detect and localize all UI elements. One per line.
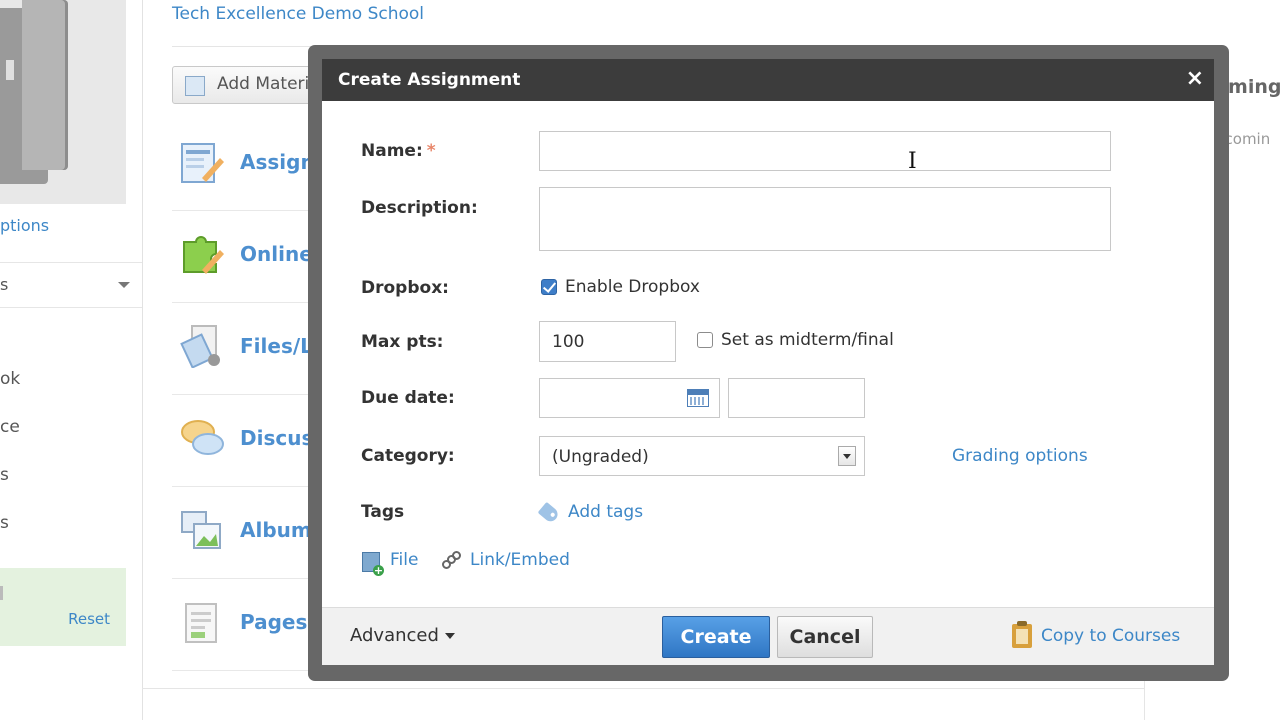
discussion-icon bbox=[181, 420, 224, 455]
caret-down-icon bbox=[444, 633, 455, 639]
add-materials-label: Add Materi bbox=[217, 74, 310, 94]
due-time-input[interactable] bbox=[728, 378, 865, 418]
puzzle-icon bbox=[183, 236, 224, 274]
material-online-tests[interactable]: Online T bbox=[172, 210, 333, 303]
material-files-links[interactable]: Files/Li bbox=[172, 302, 320, 395]
midterm-final-label: Set as midterm/final bbox=[721, 330, 894, 350]
dialog-title: Create Assignment bbox=[338, 70, 521, 90]
sidebar-item-attendance[interactable]: ce bbox=[0, 417, 20, 437]
link-icon bbox=[442, 551, 462, 571]
sidebar-notice: Reset bbox=[0, 568, 126, 646]
assignment-icon bbox=[181, 143, 224, 183]
material-pages[interactable]: Pages bbox=[172, 578, 312, 671]
enable-dropbox-checkbox[interactable] bbox=[541, 279, 557, 295]
dropbox-label: Dropbox: bbox=[361, 278, 449, 298]
advanced-label: Advanced bbox=[350, 625, 439, 646]
sidebar-select-label: s bbox=[0, 275, 9, 294]
max-points-label: Max pts: bbox=[361, 332, 444, 352]
reset-link[interactable]: Reset bbox=[68, 610, 110, 628]
tag-icon bbox=[537, 501, 561, 525]
options-link[interactable]: ptions bbox=[0, 216, 49, 235]
name-input[interactable] bbox=[539, 131, 1111, 171]
create-button[interactable]: Create bbox=[662, 616, 770, 658]
calendar-icon[interactable] bbox=[687, 389, 709, 407]
due-date-label: Due date: bbox=[361, 388, 455, 408]
albums-icon bbox=[181, 511, 221, 549]
midterm-checkbox-row[interactable]: Set as midterm/final bbox=[697, 330, 894, 350]
sidebar-item-4[interactable]: s bbox=[0, 513, 9, 533]
category-value: (Ungraded) bbox=[552, 447, 649, 467]
add-tags-link[interactable]: Add tags bbox=[568, 502, 643, 522]
material-albums[interactable]: Albums bbox=[172, 486, 324, 579]
create-assignment-dialog: Create Assignment × Name: * I Description… bbox=[322, 59, 1214, 665]
sidebar-item-3[interactable]: s bbox=[0, 465, 9, 485]
name-label-text: Name: bbox=[361, 141, 423, 161]
text-cursor-icon: I bbox=[908, 149, 917, 174]
close-icon[interactable]: × bbox=[1186, 67, 1204, 91]
divider bbox=[142, 688, 1144, 689]
description-label: Description: bbox=[361, 198, 478, 218]
enable-dropbox-checkbox-row[interactable]: Enable Dropbox bbox=[541, 277, 700, 297]
enable-dropbox-label: Enable Dropbox bbox=[565, 277, 700, 297]
material-assignments[interactable]: Assignm bbox=[172, 118, 336, 211]
course-book-image bbox=[0, 0, 126, 204]
advanced-dropdown[interactable]: Advanced bbox=[350, 625, 455, 646]
sidebar-select[interactable]: s bbox=[0, 262, 142, 308]
grading-options-link[interactable]: Grading options bbox=[952, 446, 1088, 466]
cancel-button[interactable]: Cancel bbox=[777, 616, 873, 658]
left-sidebar: ptions s ok ce s s Reset bbox=[0, 0, 143, 720]
dialog-footer: Advanced Create Cancel Copy to Courses bbox=[322, 607, 1214, 665]
attach-file-link[interactable]: File bbox=[390, 550, 418, 570]
files-icon bbox=[180, 325, 220, 368]
max-points-input[interactable] bbox=[539, 321, 676, 362]
pages-icon bbox=[185, 603, 217, 643]
school-name-link[interactable]: Tech Excellence Demo School bbox=[172, 4, 424, 24]
chevron-down-icon bbox=[838, 446, 856, 466]
clipboard-icon bbox=[1012, 621, 1032, 648]
add-materials-icon bbox=[185, 76, 205, 96]
create-assignment-dialog-frame: Create Assignment × Name: * I Description… bbox=[308, 45, 1229, 681]
chevron-down-icon bbox=[118, 282, 130, 288]
category-select[interactable]: (Ungraded) bbox=[539, 436, 865, 476]
midterm-final-checkbox[interactable] bbox=[697, 332, 713, 348]
sidebar-item-gradebook[interactable]: ok bbox=[0, 369, 20, 389]
required-marker: * bbox=[426, 141, 436, 161]
copy-to-courses-link[interactable]: Copy to Courses bbox=[1041, 626, 1180, 646]
category-label: Category: bbox=[361, 446, 455, 466]
material-label: Pages bbox=[240, 610, 308, 634]
name-label: Name: * bbox=[361, 141, 436, 161]
tags-label: Tags bbox=[361, 502, 405, 522]
dialog-header: Create Assignment × bbox=[322, 59, 1214, 101]
material-discussion[interactable]: Discuss bbox=[172, 394, 325, 487]
description-input[interactable] bbox=[539, 187, 1111, 251]
link-embed-link[interactable]: Link/Embed bbox=[470, 550, 570, 570]
due-date-input[interactable] bbox=[539, 378, 720, 418]
file-attach-icon bbox=[362, 552, 384, 576]
